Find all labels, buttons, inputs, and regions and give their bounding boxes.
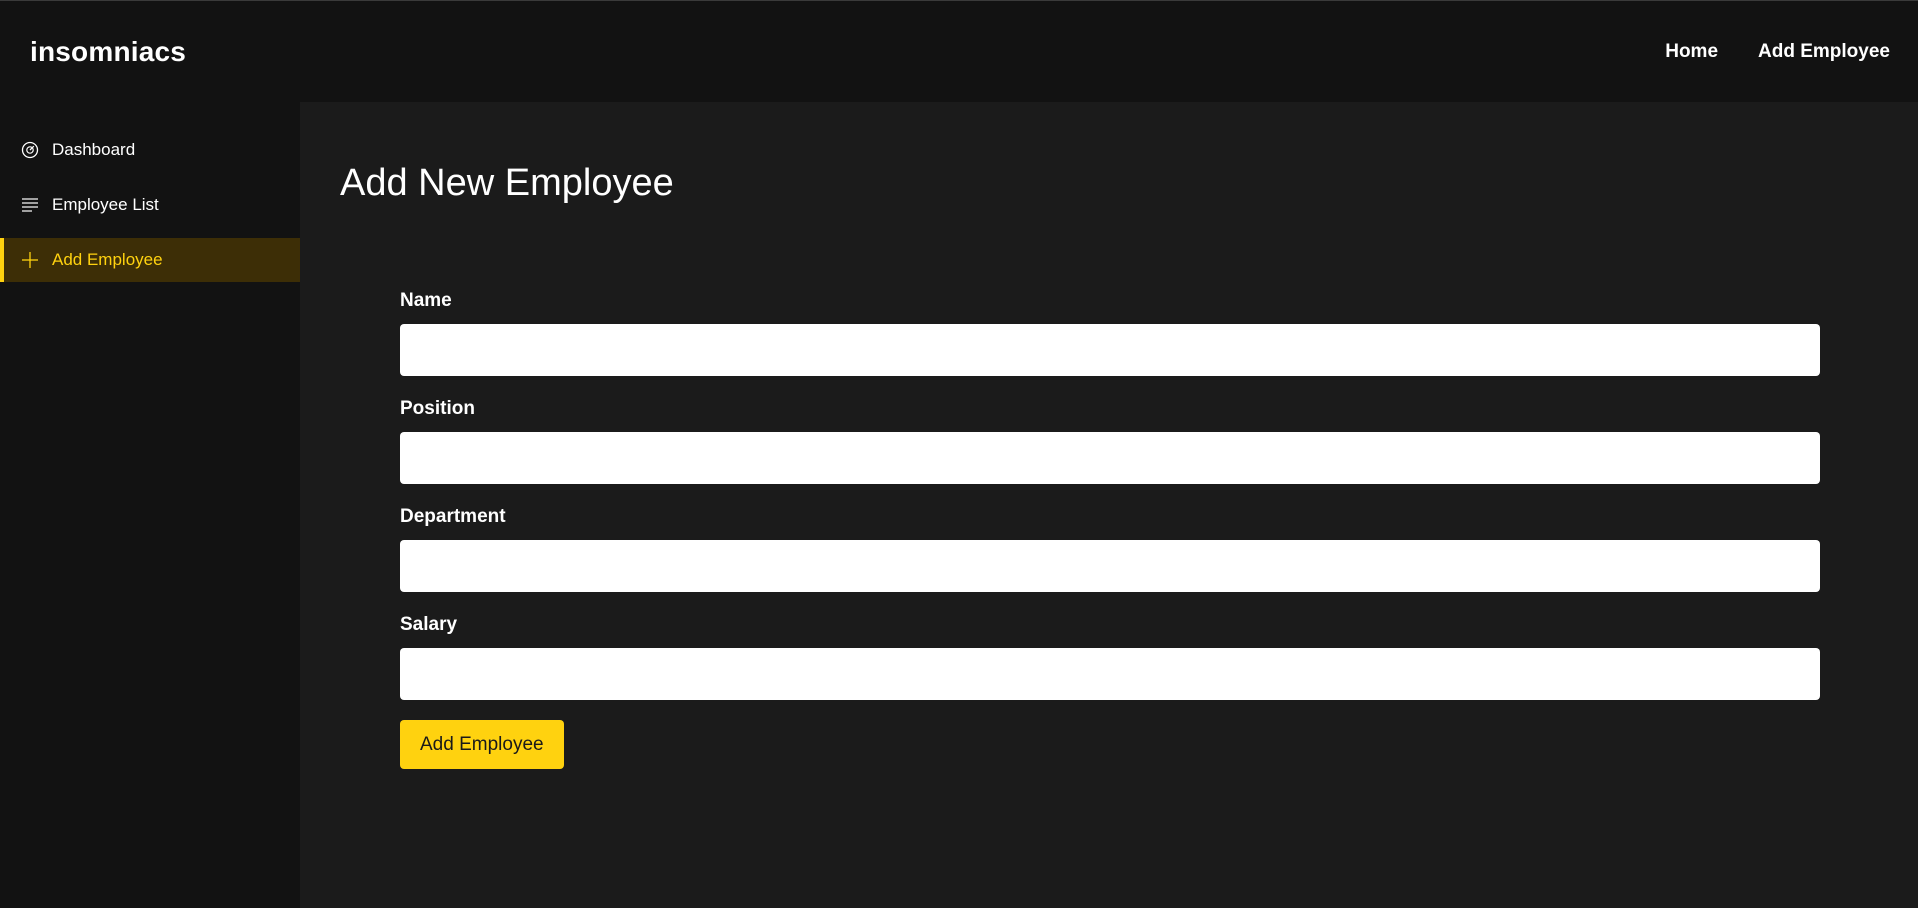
sidebar-item-label: Dashboard bbox=[52, 140, 136, 159]
app-root: insomniacs Home Add Employee Dashboard E… bbox=[0, 0, 1918, 908]
sidebar-item-add-employee[interactable]: Add Employee bbox=[0, 238, 300, 282]
department-input[interactable] bbox=[400, 540, 1820, 592]
list-lines-icon bbox=[20, 195, 40, 215]
add-employee-submit-button[interactable]: Add Employee bbox=[400, 720, 564, 769]
name-label: Name bbox=[400, 290, 452, 311]
salary-label: Salary bbox=[400, 614, 458, 635]
position-field-group: Position bbox=[400, 398, 1820, 484]
page-title: Add New Employee bbox=[340, 162, 674, 204]
sidebar-item-dashboard[interactable]: Dashboard bbox=[0, 128, 300, 172]
top-nav: Home Add Employee bbox=[1665, 41, 1890, 63]
department-field-group: Department bbox=[400, 506, 1820, 592]
top-header: insomniacs Home Add Employee bbox=[0, 1, 1918, 102]
top-nav-home-link[interactable]: Home bbox=[1665, 41, 1718, 63]
name-input[interactable] bbox=[400, 324, 1820, 376]
name-field-group: Name bbox=[400, 290, 1820, 376]
add-employee-form: Name Position Department Salary Add Empl… bbox=[400, 290, 1820, 769]
brand-logo-text[interactable]: insomniacs bbox=[30, 36, 186, 68]
position-label: Position bbox=[400, 398, 475, 419]
sidebar-item-label: Add Employee bbox=[52, 250, 163, 269]
salary-input[interactable] bbox=[400, 648, 1820, 700]
top-nav-add-employee-link[interactable]: Add Employee bbox=[1758, 41, 1890, 63]
main-content: Add New Employee Name Position Departmen… bbox=[300, 102, 1918, 908]
sidebar-item-employee-list[interactable]: Employee List bbox=[0, 183, 300, 227]
salary-field-group: Salary bbox=[400, 614, 1820, 700]
sidebar: Dashboard Employee List Add Employee bbox=[0, 102, 300, 908]
plus-icon bbox=[20, 250, 40, 270]
department-label: Department bbox=[400, 506, 506, 527]
sidebar-item-label: Employee List bbox=[52, 195, 159, 214]
position-input[interactable] bbox=[400, 432, 1820, 484]
dashboard-gauge-icon bbox=[20, 140, 40, 160]
